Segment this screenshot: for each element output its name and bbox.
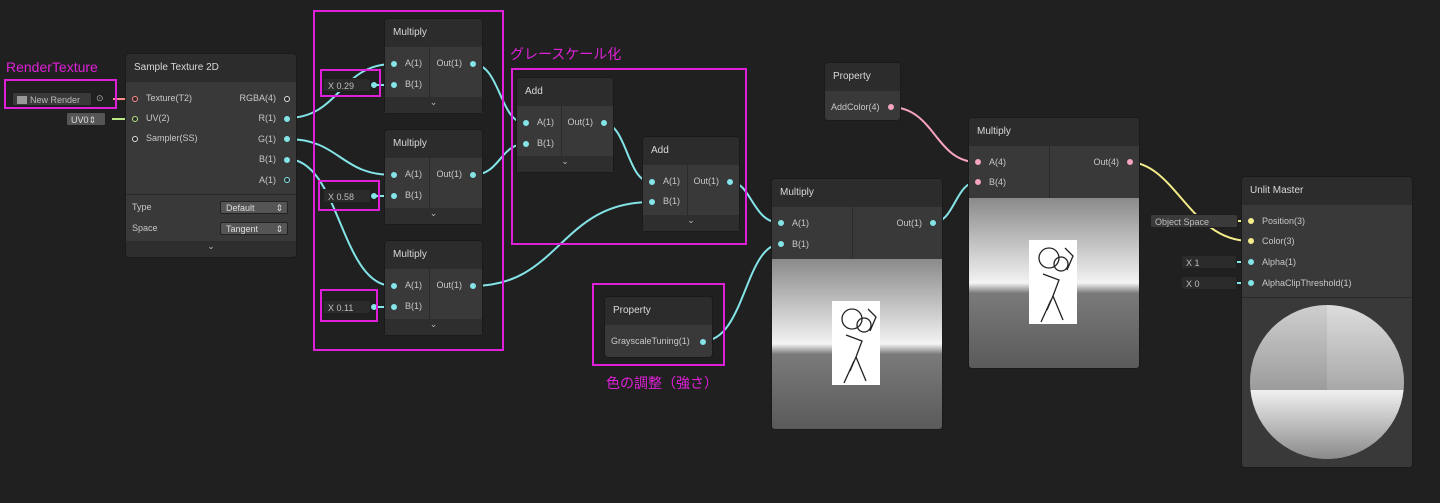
port-label: B(4) bbox=[989, 177, 1007, 187]
texture-port[interactable] bbox=[132, 96, 138, 102]
port-label: Sampler(SS) bbox=[146, 133, 198, 143]
port-label: AddColor(4) bbox=[831, 102, 880, 112]
r-port[interactable] bbox=[284, 116, 290, 122]
position-space-field[interactable]: Object Space bbox=[1150, 214, 1238, 228]
preview-image bbox=[969, 198, 1139, 368]
character-sketch-icon bbox=[1038, 247, 1074, 323]
node-title: Sample Texture 2D bbox=[126, 54, 296, 82]
space-label: Space bbox=[132, 223, 158, 233]
stepper-icon: ⇕ bbox=[88, 115, 97, 125]
g-port[interactable] bbox=[284, 136, 290, 142]
port-label: B(1) bbox=[258, 154, 276, 164]
annotation-box-add-group bbox=[511, 68, 747, 245]
type-label: Type bbox=[132, 202, 152, 212]
port-label: A(1) bbox=[258, 175, 276, 185]
alpha-clip-field[interactable]: X 0 bbox=[1181, 276, 1237, 290]
annotation-box-const-3 bbox=[320, 289, 378, 322]
space-dropdown[interactable]: Tangent ⇕ bbox=[220, 222, 288, 235]
alpha-clip-port[interactable] bbox=[1248, 280, 1254, 286]
preview-image bbox=[772, 259, 942, 429]
port-label: RGBA(4) bbox=[239, 93, 276, 103]
uv-port[interactable] bbox=[132, 116, 138, 122]
node-title: Multiply bbox=[969, 118, 1139, 146]
input-b-port[interactable] bbox=[975, 179, 981, 185]
color-port[interactable] bbox=[1248, 238, 1254, 244]
annotation-color-tuning: 色の調整（強さ） bbox=[606, 375, 718, 391]
input-b-port[interactable] bbox=[778, 241, 784, 247]
multiply-node-5[interactable]: Multiply A(4) B(4) Out(4) bbox=[969, 118, 1139, 368]
rgba-port[interactable] bbox=[284, 96, 290, 102]
unlit-master-node[interactable]: Unlit Master Position(3) Color(3) Alpha(… bbox=[1242, 177, 1412, 467]
master-preview-sphere bbox=[1250, 305, 1404, 459]
character-sketch-icon bbox=[841, 308, 877, 384]
annotation-grayscale: グレースケール化 bbox=[510, 46, 622, 62]
annotation-box-const-2 bbox=[318, 180, 380, 211]
port-label: Position(3) bbox=[1262, 216, 1306, 226]
position-port[interactable] bbox=[1248, 218, 1254, 224]
port-label: Out(1) bbox=[896, 218, 922, 228]
annotation-box-const-1 bbox=[320, 69, 381, 97]
port-label: Out(4) bbox=[1093, 157, 1119, 167]
stepper-icon: ⇕ bbox=[275, 224, 283, 234]
port-label: A(4) bbox=[989, 157, 1007, 167]
uv-channel-dropdown[interactable]: UV0⇕ bbox=[66, 112, 106, 126]
output-port[interactable] bbox=[888, 104, 894, 110]
annotation-box-grayscale-property bbox=[592, 283, 725, 366]
type-dropdown[interactable]: Default ⇕ bbox=[220, 201, 288, 214]
annotation-render-texture: RenderTexture bbox=[6, 59, 98, 75]
annotation-box-render-texture bbox=[4, 79, 117, 109]
port-label: B(1) bbox=[792, 239, 810, 249]
character-thumbnail bbox=[1029, 240, 1077, 324]
sampler-port[interactable] bbox=[132, 136, 138, 142]
wire-color-mul5 bbox=[889, 106, 978, 163]
multiply-node-4[interactable]: Multiply A(1) B(1) Out(1) bbox=[772, 179, 942, 429]
alpha-field[interactable]: X 1 bbox=[1181, 255, 1237, 269]
port-label: UV(2) bbox=[146, 113, 170, 123]
port-label: G(1) bbox=[258, 134, 276, 144]
a-port[interactable] bbox=[284, 177, 290, 183]
wire-mul5-master bbox=[1127, 161, 1251, 242]
node-title: Multiply bbox=[772, 179, 942, 207]
port-label: AlphaClipThreshold(1) bbox=[1262, 278, 1352, 288]
node-title: Property bbox=[825, 63, 900, 91]
stepper-icon: ⇕ bbox=[275, 203, 283, 213]
input-a-port[interactable] bbox=[778, 220, 784, 226]
property-node-addcolor[interactable]: Property AddColor(4) bbox=[825, 63, 900, 120]
output-port[interactable] bbox=[1127, 159, 1133, 165]
port-label: Alpha(1) bbox=[1262, 257, 1297, 267]
collapse-chevron-icon[interactable]: ⌄ bbox=[126, 241, 296, 257]
input-a-port[interactable] bbox=[975, 159, 981, 165]
port-label: R(1) bbox=[258, 113, 277, 123]
port-label: Texture(T2) bbox=[146, 93, 193, 103]
node-title: Unlit Master bbox=[1242, 177, 1412, 205]
port-label: A(1) bbox=[792, 218, 810, 228]
character-thumbnail bbox=[832, 301, 880, 385]
output-port[interactable] bbox=[930, 220, 936, 226]
alpha-port[interactable] bbox=[1248, 259, 1254, 265]
b-port[interactable] bbox=[284, 157, 290, 163]
sample-texture-2d-node[interactable]: Sample Texture 2D Texture(T2) UV(2) Samp… bbox=[126, 54, 296, 257]
port-label: Color(3) bbox=[1262, 236, 1295, 246]
